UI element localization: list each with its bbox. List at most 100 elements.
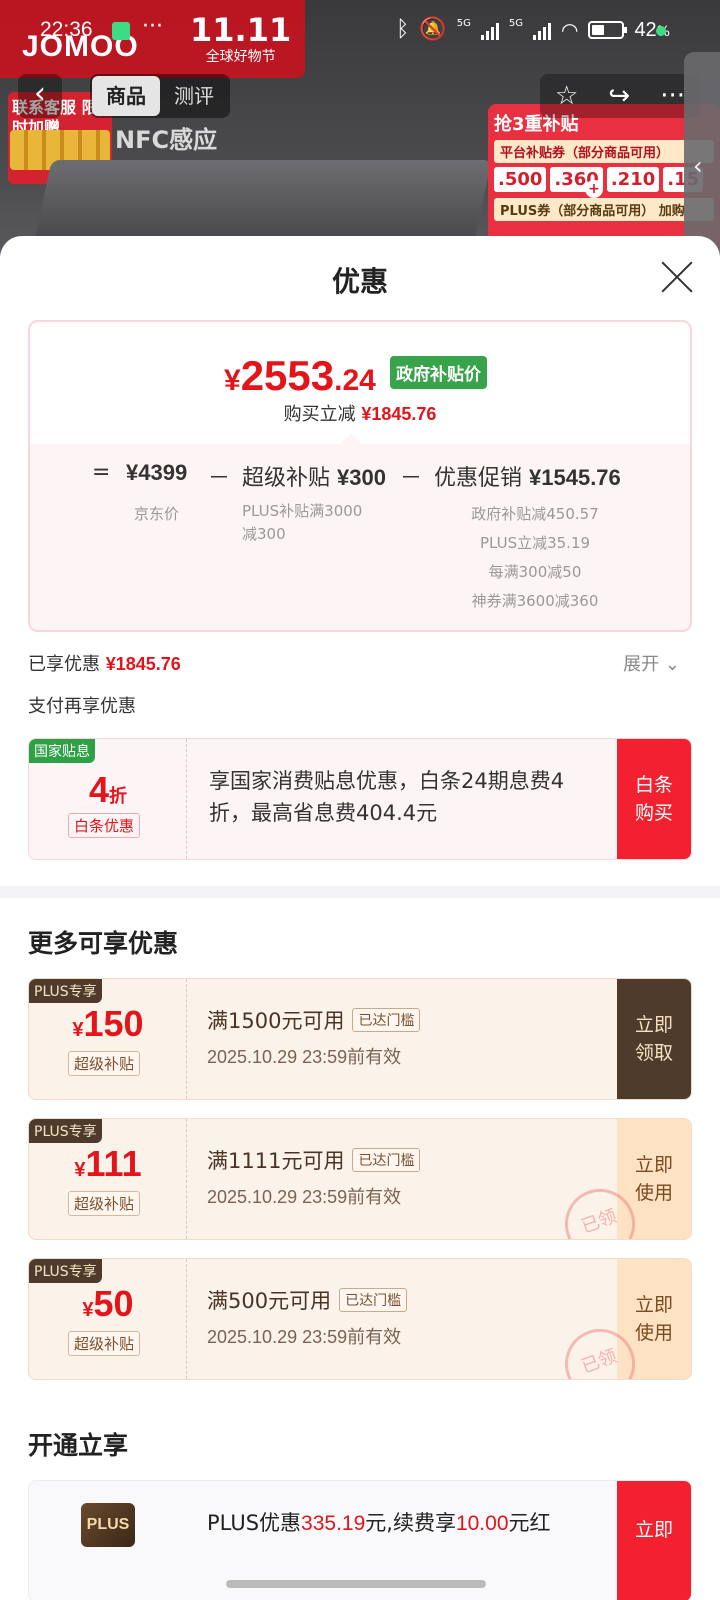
coupon-card: PLUS专享 ¥150 超级补贴 满1500元可用 已达门槛 2025.10.29… <box>28 978 692 1100</box>
tab-product[interactable]: 商品 <box>92 76 160 116</box>
baitiao-tag: 白条优惠 <box>68 813 141 838</box>
use-line: 立即 <box>634 1294 673 1316</box>
expand-button[interactable]: 展开 ⌄ <box>623 650 680 676</box>
minus-sign: － <box>208 466 231 491</box>
plus-exclusive-badge: PLUS专享 <box>29 1119 102 1143</box>
promo-note: 政府补贴减450.57 PLUS立减35.19 每满300减50 神券满3600… <box>450 500 620 616</box>
network-type: 5G <box>508 18 523 29</box>
use-line: 使用 <box>634 1182 673 1204</box>
plus-offer-part: 元红 <box>508 1511 551 1535</box>
plus-coupon-label: PLUS券（部分商品可用） 加购 <box>494 198 714 221</box>
subsidy-value: .210 <box>606 167 660 192</box>
home-indicator[interactable] <box>226 1580 486 1588</box>
use-line: 立即 <box>634 1154 673 1176</box>
nav-actions: ☆ ↪ ··· <box>540 74 700 118</box>
final-price-integer: 2553 <box>240 352 335 399</box>
network-type: 5G <box>456 18 471 29</box>
chevron-down-icon: ⌄ <box>664 654 680 675</box>
promo-note-line: PLUS立减35.19 <box>479 534 591 552</box>
final-price-decimal: .24 <box>334 364 376 397</box>
android-icon <box>112 22 130 40</box>
star-icon[interactable]: ☆ <box>555 81 578 111</box>
coupon-condition: 满1111元可用 <box>207 1149 345 1173</box>
section-divider <box>0 886 720 898</box>
share-icon[interactable]: ↪ <box>608 81 630 111</box>
baitiao-buy-line: 购买 <box>634 802 673 824</box>
open-plus-button[interactable]: 立即 <box>617 1481 691 1600</box>
open-membership-title: 开通立享 <box>28 1431 129 1460</box>
final-price-currency: ¥ <box>224 364 241 397</box>
more-notifications-icon: ··· <box>142 14 163 39</box>
coupon-value: 50 <box>93 1283 134 1324</box>
promo-label: 优惠促销 <box>434 466 523 491</box>
more-icon[interactable]: ··· <box>660 81 685 111</box>
promo-note-line: 每满300减50 <box>488 563 582 581</box>
pay-more-label: 支付再享优惠 <box>28 696 136 717</box>
coupon-expiry: 2025.10.29 23:59前有效 <box>207 1047 402 1067</box>
wifi-icon: ◠ <box>560 18 579 42</box>
sheet-title: 优惠 <box>331 265 388 298</box>
nav-tabs: 商品 测评 <box>90 74 230 118</box>
equals-sign: = <box>92 460 111 485</box>
enjoyed-amount: ¥1845.76 <box>105 654 181 674</box>
interest-subsidy-card: 国家贴息 4折 白条优惠 享国家消费贴息优惠，白条24期息费4折，最高省息费40… <box>28 738 692 860</box>
reduce-label: 购买立减 <box>283 404 356 425</box>
enjoyed-label: 已享优惠 <box>28 654 100 675</box>
plus-offer-part: 元,续费享 <box>365 1511 456 1535</box>
status-time: 22:36 <box>40 18 93 41</box>
plus-circle-icon: + <box>585 180 603 198</box>
interest-desc: 享国家消费贴息优惠，白条24期息费4折，最高省息费404.4元 <box>209 769 565 825</box>
super-subsidy-note-line: PLUS补贴满3000 <box>242 502 363 520</box>
plus-exclusive-badge: PLUS专享 <box>29 979 102 1003</box>
coupon-type-tag: 超级补贴 <box>68 1331 141 1356</box>
coupon-type-tag: 超级补贴 <box>68 1191 141 1216</box>
purchase-reduction: 购买立减 ¥1845.76 <box>30 400 690 426</box>
gov-interest-badge: 国家贴息 <box>29 739 95 763</box>
more-discounts-title: 更多可享优惠 <box>28 929 179 958</box>
gov-subsidy-tag: 政府补贴价 <box>390 356 487 389</box>
super-subsidy-note-line: 减300 <box>242 525 286 543</box>
plus-offer-part: PLUS优惠 <box>207 1511 302 1535</box>
coupon-amount: ¥50 <box>29 1283 187 1325</box>
coupon-condition: 满1500元可用 <box>207 1009 345 1033</box>
battery-level: 42 <box>634 18 657 41</box>
discount-sheet: 优惠 ¥2553.24 政府补贴价 购买立减 ¥1845.76 = ¥4399 … <box>0 236 720 1600</box>
enjoyed-discount: 已享优惠 ¥1845.76 <box>28 650 181 676</box>
coupon-currency: ¥ <box>72 1019 84 1041</box>
price-breakdown-card: ¥2553.24 政府补贴价 购买立减 ¥1845.76 = ¥4399 京东价… <box>28 320 692 632</box>
coupon-amount: ¥111 <box>29 1143 187 1185</box>
status-bar: 22:36 ··· ᛒ 🔕 5G 5G ◠ 42% <box>0 0 720 62</box>
tab-review[interactable]: 测评 <box>160 76 228 116</box>
final-price: ¥2553.24 <box>224 352 376 400</box>
threshold-reached-tag: 已达门槛 <box>339 1288 408 1312</box>
chevron-left-icon: ‹ <box>693 152 703 180</box>
top-nav: ‹ 商品 测评 ☆ ↪ ··· <box>0 72 720 122</box>
price-formula: = ¥4399 京东价 － 超级补贴 ¥300 PLUS补贴满3000 减300… <box>30 444 690 630</box>
signal-icon <box>532 20 551 40</box>
coupon-currency: ¥ <box>82 1299 94 1321</box>
threshold-reached-tag: 已达门槛 <box>352 1008 421 1032</box>
signal-icon <box>480 20 499 40</box>
bluetooth-icon: ᛒ <box>396 17 410 42</box>
back-icon[interactable]: ‹ <box>18 74 62 118</box>
baitiao-buy-button[interactable]: 白条 购买 <box>617 739 691 859</box>
close-icon[interactable] <box>660 260 694 294</box>
battery-icon <box>588 21 628 39</box>
coupon-condition: 满500元可用 <box>207 1289 332 1313</box>
claim-coupon-button[interactable]: 立即 领取 <box>617 979 691 1099</box>
plus-logo: PLUS <box>81 1503 135 1547</box>
nfc-label: NFC感应 <box>115 126 218 154</box>
base-price: ¥4399 <box>126 460 188 485</box>
plus-renew-amount: 10.00 <box>455 1512 509 1535</box>
promo-value: ¥1545.76 <box>529 465 621 490</box>
claim-line: 立即 <box>634 1014 673 1036</box>
coupon-value: 150 <box>83 1003 144 1044</box>
claim-line: 领取 <box>634 1042 673 1064</box>
coupon-card: PLUS专享 ¥50 超级补贴 满500元可用 已达门槛 2025.10.29 2… <box>28 1258 692 1380</box>
subsidy-value: .500 <box>494 167 547 192</box>
coupon-expiry: 2025.10.29 23:59前有效 <box>207 1187 402 1207</box>
subsidy-ad-subtitle: 平台补贴券（部分商品可用） <box>494 140 714 163</box>
discount-number: 4 <box>88 769 110 810</box>
base-price-note: 京东价 <box>134 505 180 523</box>
coupon-value: 111 <box>85 1143 142 1184</box>
